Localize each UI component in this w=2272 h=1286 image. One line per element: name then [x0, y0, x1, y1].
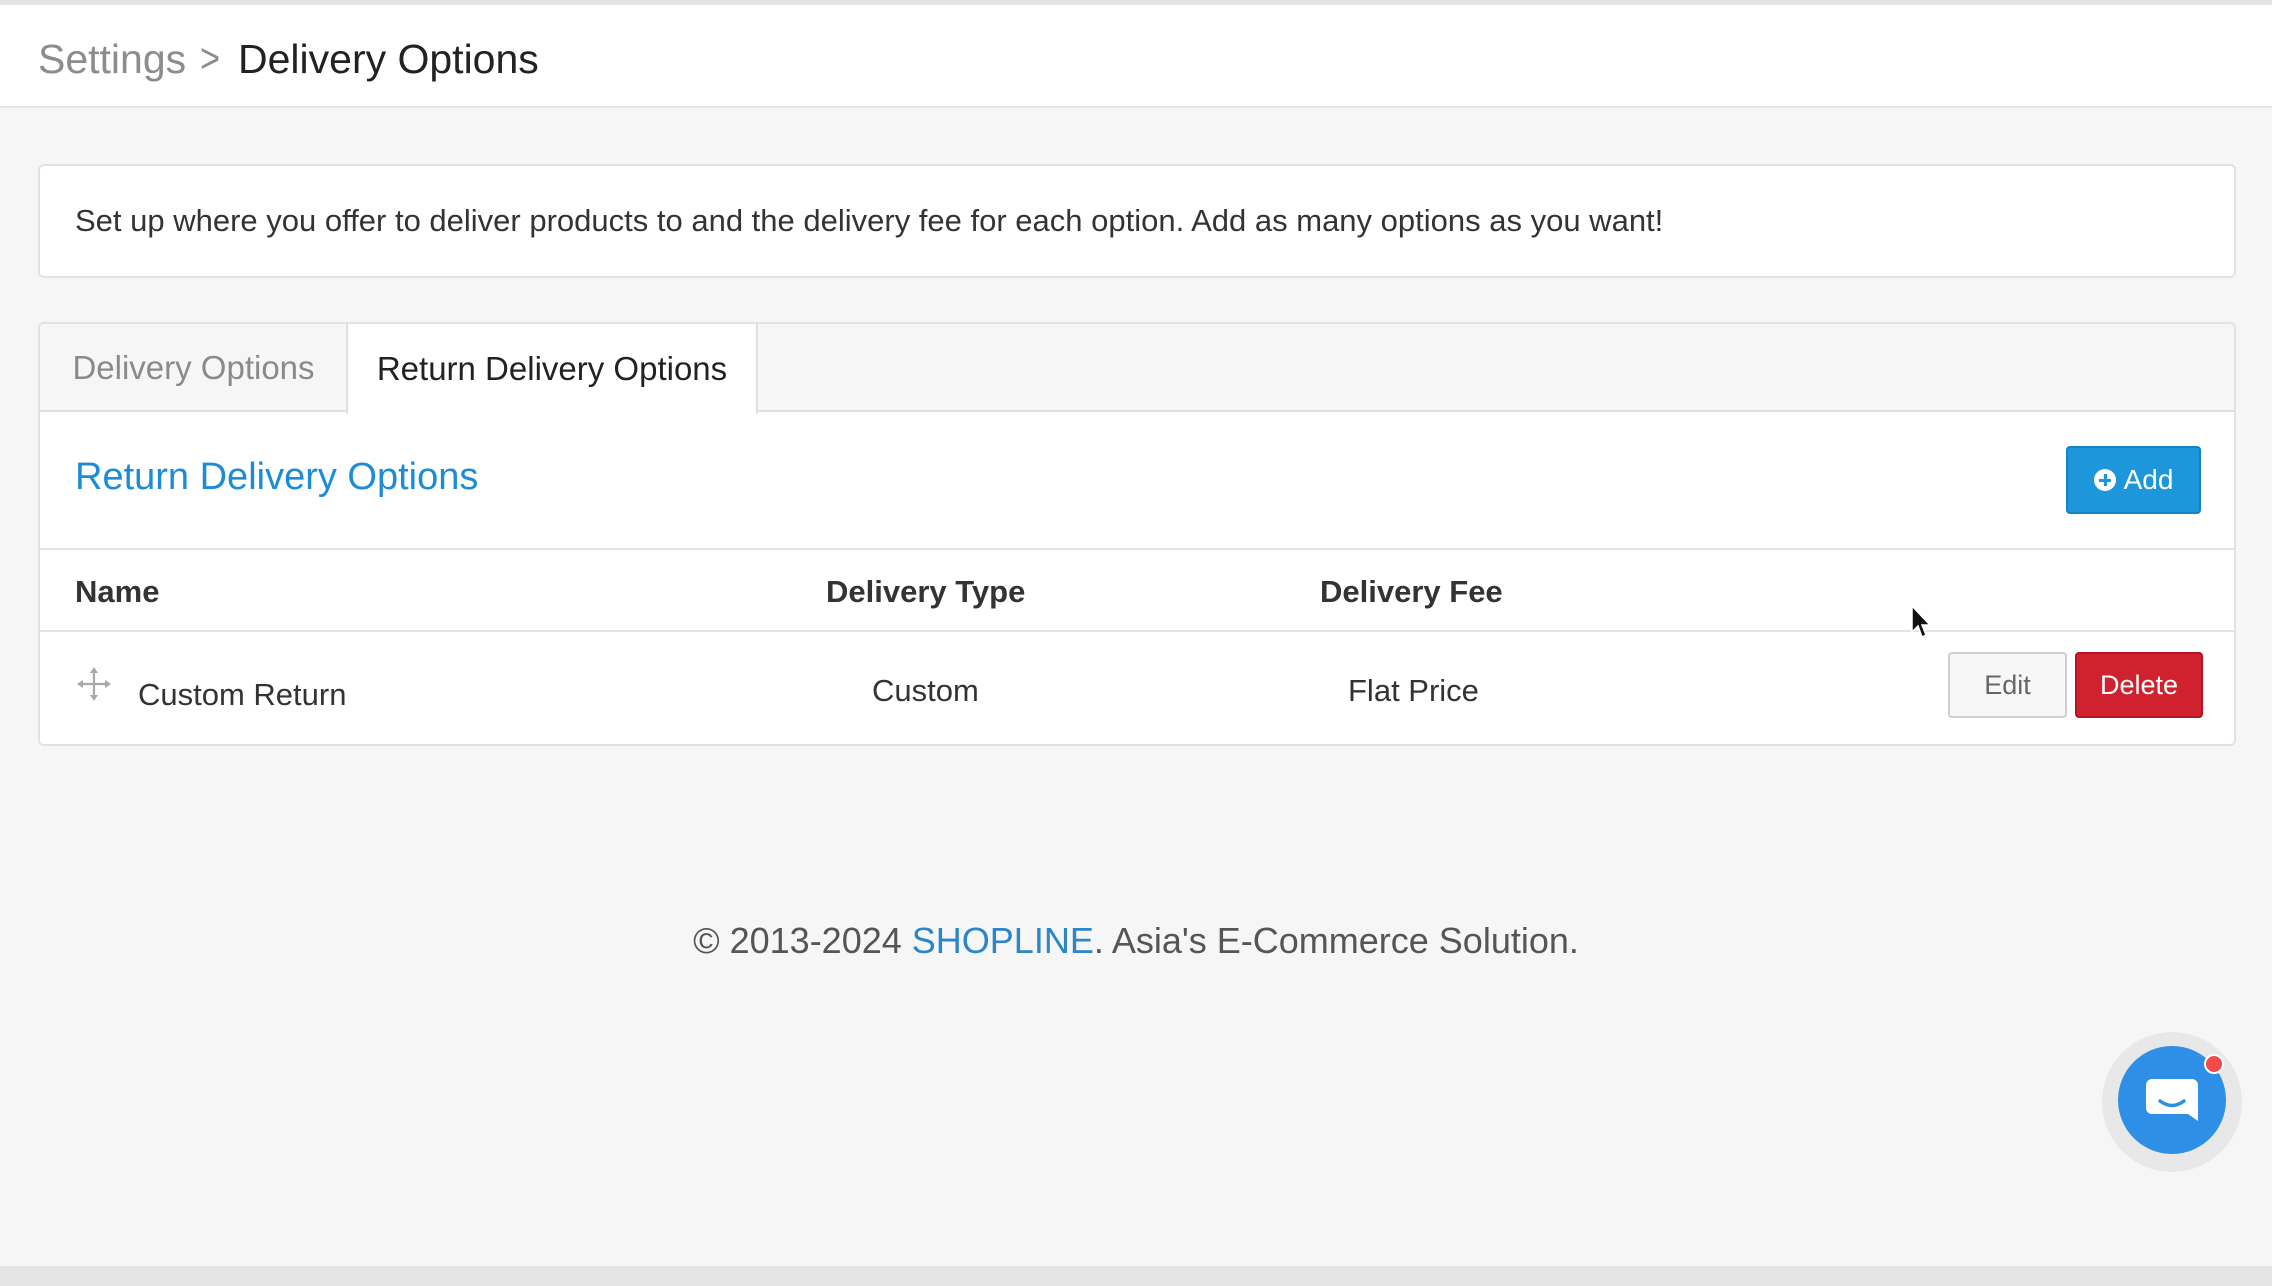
- info-text: Set up where you offer to deliver produc…: [75, 203, 1664, 238]
- add-button[interactable]: Add: [2066, 446, 2201, 514]
- edit-button[interactable]: Edit: [1948, 652, 2067, 718]
- table-row: Custom Return Custom Flat Price Edit Del…: [40, 632, 2234, 744]
- chat-launcher[interactable]: [2102, 1032, 2242, 1172]
- notification-badge: [2204, 1054, 2224, 1074]
- footer-tagline: . Asia's E-Commerce Solution.: [1093, 920, 1579, 961]
- row-delivery-fee: Flat Price: [1348, 673, 1479, 708]
- mouse-cursor-icon: [1911, 604, 1932, 639]
- top-header: Settings > Delivery Options: [0, 0, 2272, 108]
- column-header-delivery-type: Delivery Type: [826, 574, 1026, 609]
- chat-icon: [2146, 1079, 2198, 1121]
- section-title: Return Delivery Options: [75, 456, 479, 498]
- tab-delivery-options[interactable]: Delivery Options: [40, 324, 347, 412]
- drag-move-icon[interactable]: [76, 666, 112, 702]
- page-title: Delivery Options: [238, 36, 539, 82]
- breadcrumb-settings-link[interactable]: Settings: [38, 31, 186, 87]
- add-button-label: Add: [2123, 464, 2174, 495]
- footer-copyright: © 2013-2024: [693, 920, 912, 961]
- footer-shopline-link[interactable]: SHOPLINE: [912, 920, 1094, 961]
- tab-bar: Delivery Options Return Delivery Options: [40, 324, 2234, 414]
- column-header-name: Name: [75, 574, 160, 609]
- row-name: Custom Return: [138, 677, 347, 712]
- table-header: Name Delivery Type Delivery Fee: [40, 548, 2234, 632]
- column-header-delivery-fee: Delivery Fee: [1320, 574, 1503, 609]
- tab-return-delivery-options[interactable]: Return Delivery Options: [346, 324, 758, 414]
- delivery-options-panel: Delivery Options Return Delivery Options…: [38, 322, 2236, 746]
- info-panel: Set up where you offer to deliver produc…: [38, 164, 2236, 278]
- row-delivery-type: Custom: [872, 673, 979, 708]
- bottom-strip: [0, 1266, 2272, 1286]
- plus-circle-icon: [2093, 469, 2116, 491]
- footer: © 2013-2024 SHOPLINE. Asia's E-Commerce …: [0, 920, 2272, 962]
- delete-button[interactable]: Delete: [2075, 652, 2203, 718]
- breadcrumb-separator: >: [200, 36, 221, 82]
- breadcrumb: Settings > Delivery Options: [38, 31, 539, 87]
